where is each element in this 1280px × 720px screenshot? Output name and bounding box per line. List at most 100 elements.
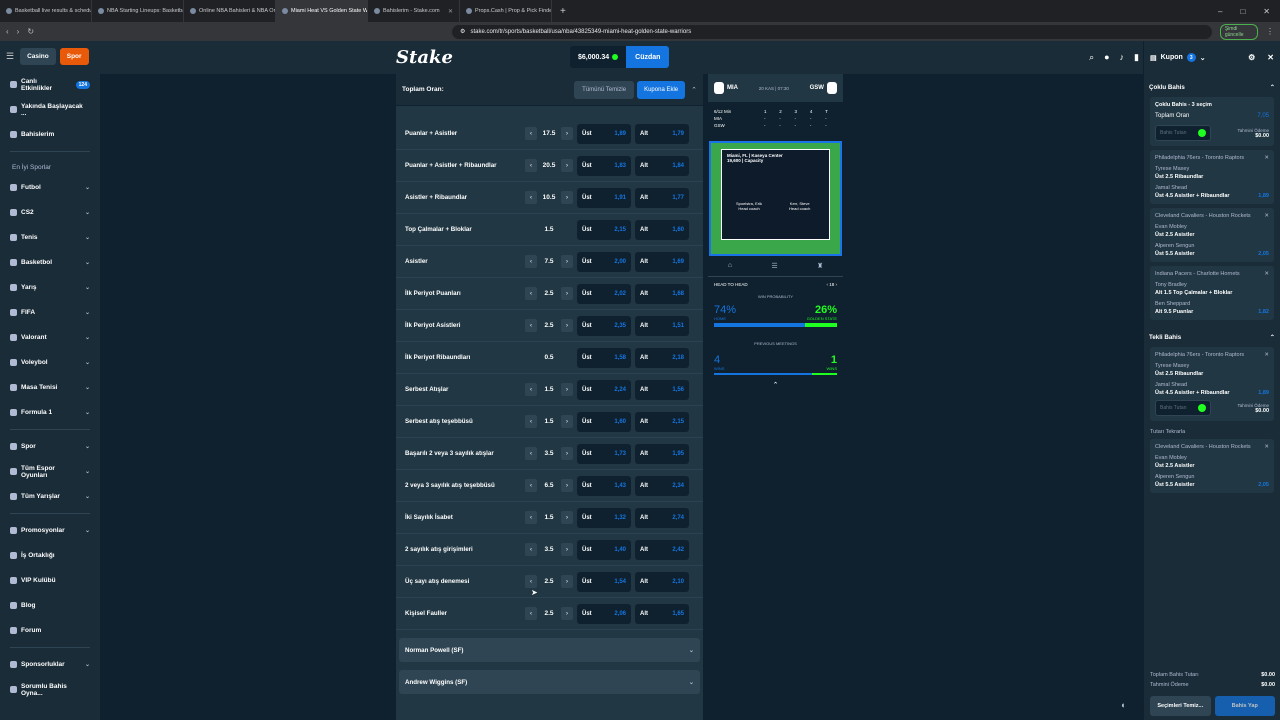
sidebar-item[interactable]: Promosyonlar ⌄ (0, 518, 100, 543)
player-market-group[interactable]: Norman Powell (SF) ⌄ (399, 638, 700, 662)
decrease-line-button[interactable]: ‹ (525, 159, 537, 172)
settings-icon[interactable]: ⚙ (1248, 53, 1255, 62)
over-odds-button[interactable]: Üst 1,73 (577, 443, 631, 464)
decrease-line-button[interactable]: ‹ (525, 479, 537, 492)
bell-icon[interactable]: ♪ (1120, 52, 1125, 63)
maximize-icon[interactable]: □ (1240, 7, 1245, 16)
over-odds-button[interactable]: Üst 2,15 (577, 219, 631, 240)
betslip-toggle-icon[interactable]: ▮ (1134, 52, 1139, 63)
chevron-down-icon[interactable]: ⌄ (1200, 54, 1206, 62)
under-odds-button[interactable]: Alt 2,15 (635, 411, 689, 432)
sidebar-item[interactable]: Valorant ⌄ (0, 325, 100, 350)
decrease-line-button[interactable]: ‹ (525, 287, 537, 300)
increase-line-button[interactable]: › (561, 607, 573, 620)
over-odds-button[interactable]: Üst 2,35 (577, 315, 631, 336)
close-tab-icon[interactable]: ✕ (448, 8, 453, 15)
sidebar-item[interactable]: Tüm Yarışlar ⌄ (0, 484, 100, 509)
decrease-line-button[interactable]: ‹ (525, 447, 537, 460)
sidebar-item[interactable]: Masa Tenisi ⌄ (0, 375, 100, 400)
decrease-line-button[interactable]: ‹ (525, 575, 537, 588)
add-to-slip-button[interactable]: Kupona Ekle (637, 80, 686, 99)
sidebar-item[interactable]: Basketbol ⌄ (0, 250, 100, 275)
under-odds-button[interactable]: Alt 1,51 (635, 315, 689, 336)
decrease-line-button[interactable]: ‹ (525, 543, 537, 556)
increase-line-button[interactable]: › (561, 383, 573, 396)
sidebar-item[interactable]: Blog (0, 593, 100, 618)
browser-tab[interactable]: Props.Cash | Prop & Pick Finder✕ (460, 0, 552, 22)
decrease-line-button[interactable]: ‹ (525, 511, 537, 524)
repeat-stake-link[interactable]: Tutarı Tekrarla (1144, 425, 1280, 439)
chevron-up-icon[interactable]: ⌃ (1270, 84, 1275, 91)
over-odds-button[interactable]: Üst 1,60 (577, 411, 631, 432)
sidebar-item[interactable]: İş Ortaklığı (0, 543, 100, 568)
clear-all-button[interactable]: Tümünü Temizle (574, 80, 635, 99)
over-odds-button[interactable]: Üst 1,83 (577, 155, 631, 176)
clear-selections-button[interactable]: Seçimleri Temiz... (1150, 696, 1211, 716)
increase-line-button[interactable]: › (561, 127, 573, 140)
remove-icon[interactable]: ✕ (1264, 155, 1269, 161)
collapse-tracker-icon[interactable]: ⌃ (708, 381, 843, 389)
sidebar-item[interactable]: Tenis ⌄ (0, 225, 100, 250)
over-odds-button[interactable]: Üst 1,89 (577, 123, 631, 144)
increase-line-button[interactable]: › (561, 447, 573, 460)
site-info-icon[interactable]: ⚙ (460, 28, 465, 35)
under-odds-button[interactable]: Alt 2,18 (635, 347, 689, 368)
sidebar-item[interactable]: Tüm Espor Oyunları ⌄ (0, 459, 100, 484)
under-odds-button[interactable]: Alt 1,69 (635, 251, 689, 272)
under-odds-button[interactable]: Alt 1,56 (635, 379, 689, 400)
decrease-line-button[interactable]: ‹ (525, 383, 537, 396)
h2h-pager[interactable]: ‹ 18 › (826, 282, 837, 287)
sidebar-item[interactable]: Voleybol ⌄ (0, 350, 100, 375)
sidebar-item[interactable]: VIP Kulübü (0, 568, 100, 593)
sidebar-item[interactable]: Canlı Etkinlikler 124 (0, 72, 100, 97)
under-odds-button[interactable]: Alt 2,10 (635, 571, 689, 592)
sports-button[interactable]: Spor (59, 48, 89, 65)
sidebar-item[interactable]: Spor ⌄ (0, 434, 100, 459)
forward-icon[interactable]: › (17, 27, 20, 36)
sidebar-item[interactable]: CS2 ⌄ (0, 200, 100, 225)
decrease-line-button[interactable]: ‹ (525, 191, 537, 204)
chevron-up-icon[interactable]: ⌃ (691, 86, 697, 94)
stats-tab-icon[interactable]: ☰ (771, 262, 777, 270)
sidebar-item[interactable]: Yarış ⌄ (0, 275, 100, 300)
stake-logo[interactable]: Stake (396, 47, 453, 68)
remove-icon[interactable]: ✕ (1264, 352, 1269, 358)
over-odds-button[interactable]: Üst 1,43 (577, 475, 631, 496)
sidebar-item[interactable]: Futbol ⌄ (0, 175, 100, 200)
over-odds-button[interactable]: Üst 1,58 (577, 347, 631, 368)
browser-tab[interactable]: Miami Heat VS Golden State Wa...✕ (276, 0, 368, 22)
decrease-line-button[interactable]: ‹ (525, 127, 537, 140)
over-odds-button[interactable]: Üst 2,02 (577, 283, 631, 304)
increase-line-button[interactable]: › (561, 415, 573, 428)
decrease-line-button[interactable]: ‹ (525, 255, 537, 268)
over-odds-button[interactable]: Üst 1,32 (577, 507, 631, 528)
player-market-group[interactable]: Andrew Wiggins (SF) ⌄ (399, 670, 700, 694)
remove-icon[interactable]: ✕ (1264, 271, 1269, 277)
sidebar-item[interactable]: FIFA ⌄ (0, 300, 100, 325)
increase-line-button[interactable]: › (561, 543, 573, 556)
under-odds-button[interactable]: Alt 1,77 (635, 187, 689, 208)
close-icon[interactable]: ✕ (1267, 53, 1274, 62)
under-odds-button[interactable]: Alt 1,84 (635, 155, 689, 176)
trophy-tab-icon[interactable]: ♜ (817, 262, 823, 270)
balance-box[interactable]: $6,000.34 Cüzdan (570, 46, 670, 68)
court-tab-icon[interactable]: ⌂ (728, 262, 732, 270)
chevron-up-icon[interactable]: ⌃ (1270, 334, 1275, 341)
wallet-button[interactable]: Cüzdan (626, 46, 670, 68)
increase-line-button[interactable]: › (561, 255, 573, 268)
address-bar[interactable]: ⚙ stake.com/tr/sports/basketball/usa/nba… (452, 24, 1212, 39)
new-tab-icon[interactable]: + (552, 6, 574, 17)
casino-button[interactable]: Casino (20, 48, 56, 65)
over-odds-button[interactable]: Üst 2,24 (577, 379, 631, 400)
over-odds-button[interactable]: Üst 1,91 (577, 187, 631, 208)
update-button[interactable]: Şimdi güncelle (1219, 23, 1258, 40)
increase-line-button[interactable]: › (561, 287, 573, 300)
under-odds-button[interactable]: Alt 1,79 (635, 123, 689, 144)
under-odds-button[interactable]: Alt 2,34 (635, 475, 689, 496)
over-odds-button[interactable]: Üst 2,00 (577, 251, 631, 272)
under-odds-button[interactable]: Alt 2,74 (635, 507, 689, 528)
single-stake-input[interactable]: Bahis Tutarı (1155, 400, 1211, 416)
place-bet-button[interactable]: Bahis Yap (1214, 696, 1275, 716)
reload-icon[interactable]: ↻ (27, 27, 34, 36)
decrease-line-button[interactable]: ‹ (525, 607, 537, 620)
